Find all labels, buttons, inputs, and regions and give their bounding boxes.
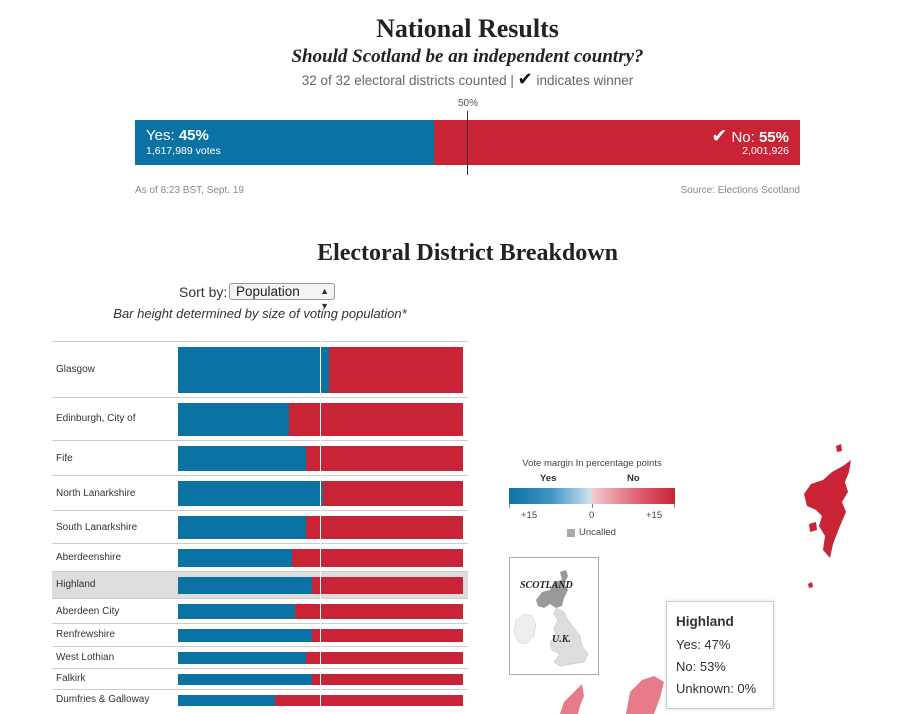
yes-result-label: Yes: 45% — [146, 127, 209, 144]
district-yes-bar[interactable] — [178, 549, 292, 568]
district-yes-bar[interactable] — [178, 445, 307, 472]
district-midpoint-line — [320, 341, 321, 710]
tooltip-district-name: Highland — [676, 614, 734, 629]
tooltip-yes: Yes: 47% — [676, 637, 731, 652]
district-row[interactable]: Glasgow — [52, 341, 468, 398]
district-yes-bar[interactable] — [178, 402, 290, 436]
tooltip-no: No: 53% — [676, 659, 726, 674]
midpoint-label: 50% — [457, 98, 478, 109]
district-no-bar[interactable] — [311, 673, 463, 685]
district-name: Dumfries & Galloway — [56, 694, 150, 706]
map-region-highland[interactable] — [626, 676, 664, 714]
district-yes-bar[interactable] — [178, 603, 295, 620]
district-no-bar[interactable] — [306, 515, 463, 540]
national-yes-bar[interactable]: Yes: 45% 1,617,989 votes — [135, 120, 435, 165]
no-percent: 55% — [758, 129, 789, 146]
map-region-shetland[interactable] — [804, 460, 851, 558]
yes-label: Yes: — [146, 127, 175, 144]
district-row[interactable]: Highland — [52, 571, 468, 599]
checkmark-icon: ✔ — [517, 69, 533, 89]
district-name: Aberdeenshire — [56, 552, 122, 564]
winner-checkmark-icon: ✔ — [711, 126, 728, 147]
district-row[interactable]: West Lothian — [52, 645, 468, 669]
midpoint-line — [467, 111, 468, 175]
district-name: West Lothian — [56, 651, 115, 663]
districts-counted: 32 of 32 electoral districts counted | — [301, 73, 514, 88]
sort-dropdown[interactable]: Population ▲ ▼ — [229, 283, 335, 311]
district-row[interactable]: Dumfries & Galloway — [52, 688, 468, 711]
sort-value: Population — [236, 284, 300, 299]
ireland-shape — [513, 613, 537, 645]
district-no-bar[interactable] — [306, 445, 463, 472]
referendum-question: Should Scotland be an independent countr… — [291, 46, 644, 67]
no-label: No: — [731, 129, 755, 146]
map-region-orkney[interactable] — [560, 684, 584, 714]
national-results-title: National Results — [376, 14, 559, 43]
map-region-shetland-islet[interactable] — [836, 444, 842, 452]
district-yes-bar[interactable] — [178, 651, 307, 664]
legend-tick — [509, 504, 510, 508]
district-row[interactable]: Edinburgh, City of — [52, 396, 468, 441]
sort-label: Sort by: — [179, 284, 228, 300]
district-no-bar[interactable] — [329, 347, 463, 393]
district-name: Falkirk — [56, 673, 86, 685]
district-no-bar[interactable] — [311, 577, 463, 594]
no-votes: 2,001,926 — [742, 145, 789, 157]
legend-yes-label: Yes — [540, 473, 557, 484]
district-tooltip: Highland Yes: 47% No: 53% Unknown: 0% — [666, 601, 774, 709]
district-no-bar[interactable] — [292, 549, 463, 568]
district-row[interactable]: Falkirk — [52, 667, 468, 690]
district-name: North Lanarkshire — [56, 487, 136, 499]
district-no-bar[interactable] — [274, 694, 463, 706]
district-name: Highland — [56, 579, 96, 591]
map-region-shetland-isle[interactable] — [809, 522, 817, 532]
district-yes-bar[interactable] — [178, 347, 330, 393]
district-no-bar[interactable] — [323, 481, 463, 506]
national-no-bar[interactable]: ✔ No: 55% 2,001,926 — [434, 120, 800, 165]
source-note: Source: Elections Scotland — [680, 185, 800, 196]
district-no-bar[interactable] — [311, 629, 463, 642]
district-yes-bar[interactable] — [178, 515, 307, 540]
district-name: Aberdeen City — [56, 605, 120, 617]
district-row[interactable]: Aberdeen City — [52, 597, 468, 625]
yes-percent: 45% — [178, 127, 209, 144]
count-status: 32 of 32 electoral districts counted | ✔… — [0, 69, 917, 90]
map-region-fair-isle[interactable] — [808, 582, 813, 588]
district-row[interactable]: North Lanarkshire — [52, 475, 468, 510]
district-yes-bar[interactable] — [178, 481, 324, 506]
district-row[interactable]: South Lanarkshire — [52, 509, 468, 544]
district-name: Edinburgh, City of — [56, 413, 136, 425]
district-row[interactable]: Fife — [52, 439, 468, 477]
tooltip-unknown: Unknown: 0% — [676, 681, 757, 696]
district-yes-bar[interactable] — [178, 629, 312, 642]
district-name: South Lanarkshire — [56, 521, 138, 533]
district-no-bar[interactable] — [306, 651, 463, 664]
district-name: Renfrewshire — [56, 629, 115, 641]
district-breakdown-title: Electoral District Breakdown — [317, 240, 618, 266]
district-name: Glasgow — [56, 363, 95, 375]
district-yes-bar[interactable] — [178, 577, 312, 594]
district-row[interactable]: Renfrewshire — [52, 623, 468, 646]
district-yes-bar[interactable] — [178, 694, 275, 706]
bar-height-note: Bar height determined by size of voting … — [113, 306, 407, 321]
district-yes-bar[interactable] — [178, 673, 312, 685]
legend-tick-left: +15 — [521, 510, 538, 521]
district-row[interactable]: Aberdeenshire — [52, 543, 468, 572]
district-name: Fife — [56, 452, 73, 464]
winner-legend: indicates winner — [536, 73, 634, 88]
district-no-bar[interactable] — [289, 402, 463, 436]
yes-votes: 1,617,989 votes — [146, 145, 221, 157]
timestamp: As of 8:23 BST, Sept. 19 — [135, 185, 244, 196]
